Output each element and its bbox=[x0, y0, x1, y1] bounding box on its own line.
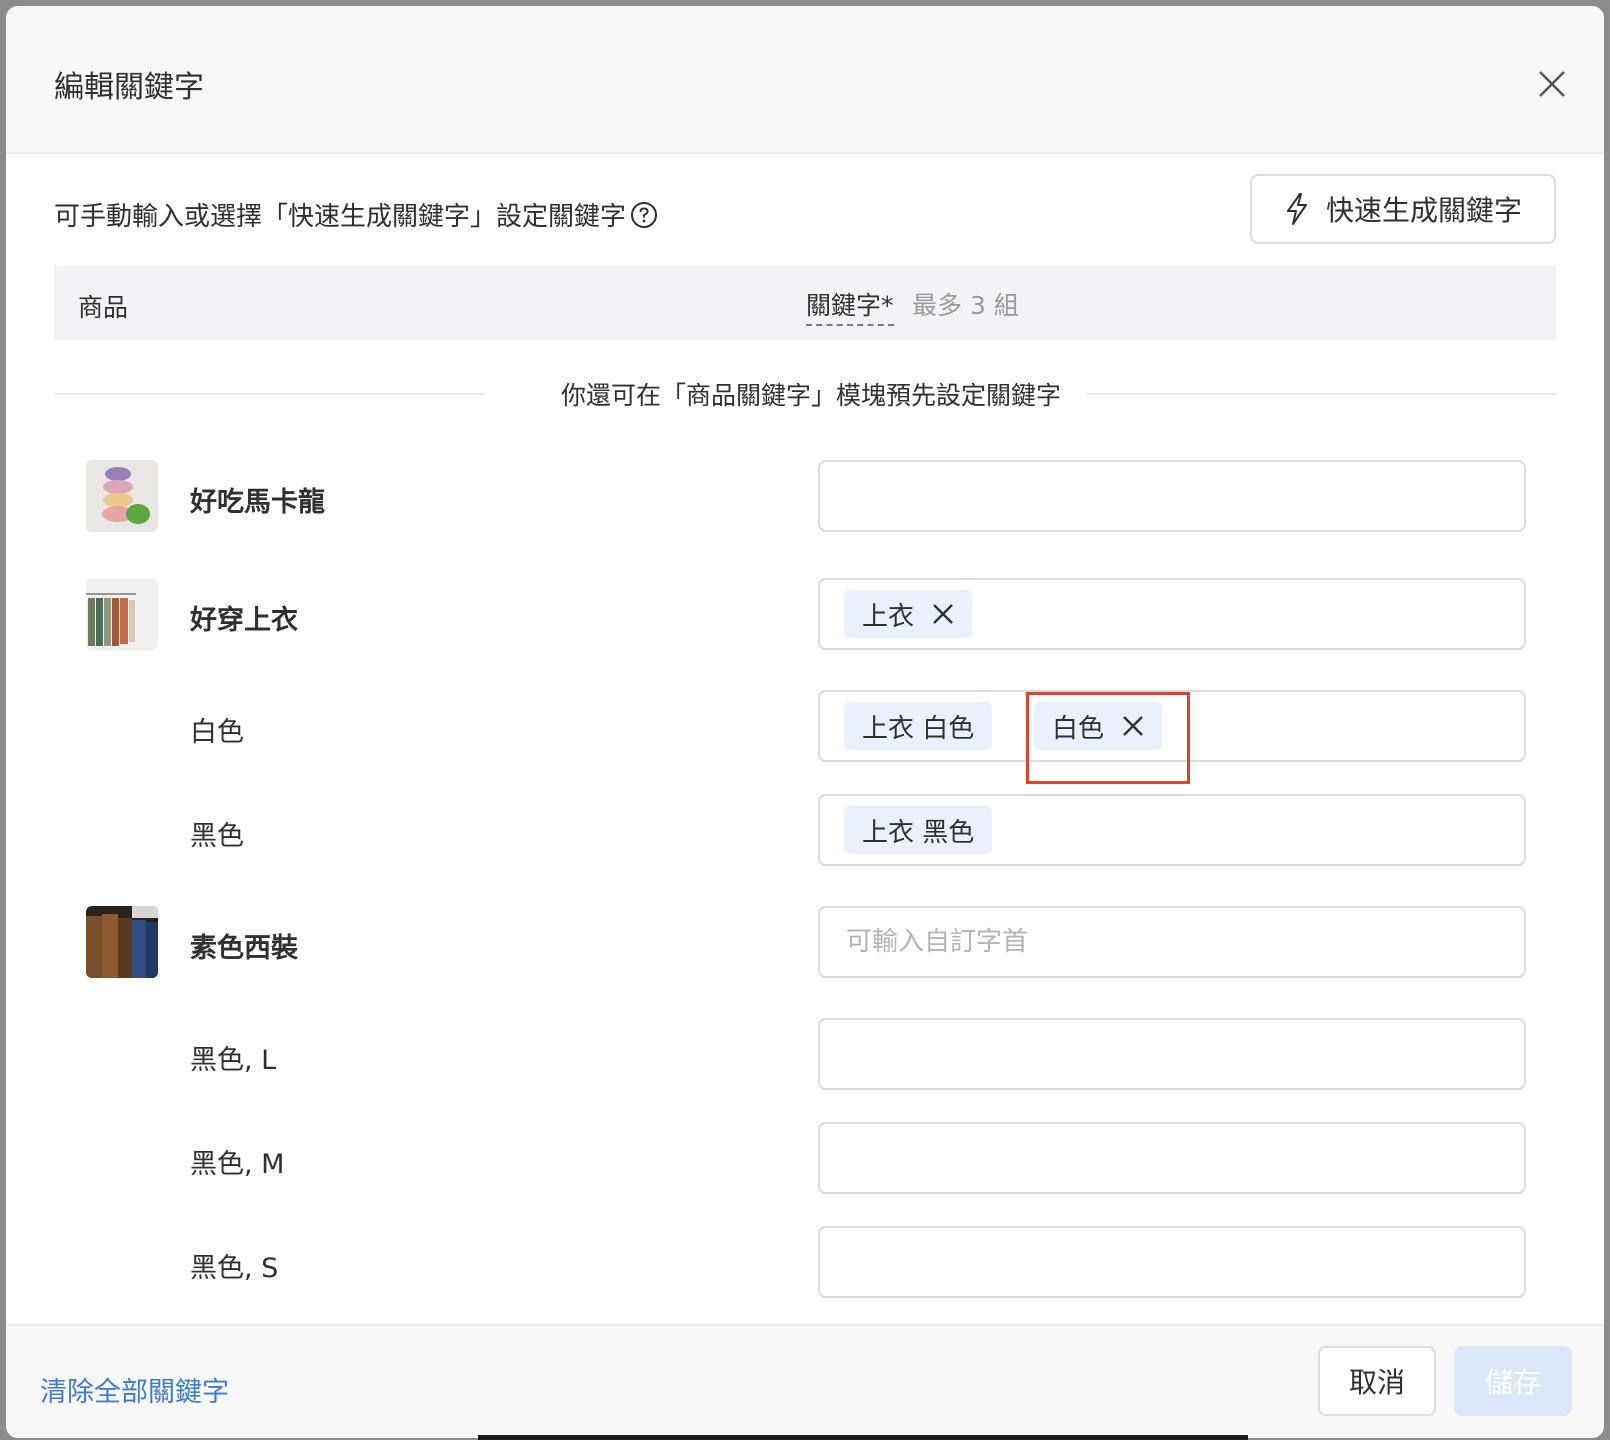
close-icon[interactable] bbox=[1534, 66, 1570, 102]
edit-keywords-dialog: 編輯關鍵字 可手動輸入或選擇「快速生成關鍵字」設定關鍵字 快速生成關鍵字 商品 … bbox=[6, 6, 1604, 1438]
keyword-input[interactable] bbox=[844, 1142, 1448, 1174]
save-button[interactable]: 儲存 bbox=[1454, 1346, 1572, 1416]
tag-label: 上衣 白色 bbox=[862, 713, 975, 744]
header-max-note: 最多 3 組 bbox=[912, 291, 1019, 320]
macaron-thumbnail bbox=[86, 460, 158, 532]
intro-text: 可手動輸入或選擇「快速生成關鍵字」設定關鍵字 bbox=[54, 196, 658, 233]
quick-generate-label: 快速生成關鍵字 bbox=[1325, 194, 1522, 227]
suit-thumbnail bbox=[86, 906, 158, 978]
keyword-input[interactable] bbox=[844, 1246, 1448, 1278]
keyword-tag: 上衣 bbox=[844, 590, 973, 638]
keyword-field[interactable] bbox=[818, 460, 1526, 532]
shirt-thumbnail bbox=[86, 578, 158, 650]
quick-generate-button[interactable]: 快速生成關鍵字 bbox=[1250, 174, 1556, 244]
variant-name: 白色 bbox=[190, 717, 244, 748]
intro-label: 可手動輸入或選擇「快速生成關鍵字」設定關鍵字 bbox=[54, 202, 627, 232]
background-strip bbox=[478, 1435, 1248, 1440]
keyword-tag: 上衣 黑色 bbox=[844, 806, 993, 854]
help-icon[interactable] bbox=[630, 201, 658, 229]
keyword-field[interactable] bbox=[818, 906, 1526, 978]
dialog-footer: 清除全部關鍵字 取消 儲存 bbox=[6, 1324, 1604, 1438]
keyword-field[interactable] bbox=[818, 1226, 1526, 1298]
variant-name: 黑色, L bbox=[190, 1045, 277, 1076]
divider-hint: 你還可在「商品關鍵字」模塊預先設定關鍵字 bbox=[560, 381, 1061, 410]
keyword-field[interactable] bbox=[818, 1018, 1526, 1090]
product-name: 好穿上衣 bbox=[190, 605, 298, 636]
keyword-field[interactable]: 上衣 bbox=[818, 578, 1526, 650]
keyword-field[interactable]: 上衣 黑色 bbox=[818, 794, 1526, 866]
keyword-tag: 上衣 白色 bbox=[844, 702, 993, 750]
tag-label: 上衣 黑色 bbox=[862, 817, 975, 848]
keyword-input[interactable] bbox=[844, 1038, 1448, 1070]
table-header: 商品 關鍵字* 最多 3 組 bbox=[54, 266, 1556, 340]
header-keyword[interactable]: 關鍵字* bbox=[806, 286, 894, 326]
variant-name: 黑色, S bbox=[190, 1253, 279, 1284]
cancel-button[interactable]: 取消 bbox=[1318, 1346, 1436, 1416]
keyword-input[interactable] bbox=[844, 926, 1448, 958]
highlight-box bbox=[1026, 692, 1190, 784]
clear-all-link[interactable]: 清除全部關鍵字 bbox=[40, 1370, 229, 1409]
keyword-field[interactable] bbox=[818, 1122, 1526, 1194]
product-name: 素色西裝 bbox=[190, 933, 298, 964]
variant-name: 黑色, M bbox=[190, 1149, 285, 1180]
tag-label: 上衣 bbox=[862, 601, 915, 632]
remove-tag-icon[interactable] bbox=[932, 603, 954, 625]
keyword-input[interactable] bbox=[844, 480, 1448, 512]
dialog-header: 編輯關鍵字 bbox=[6, 6, 1604, 154]
lightning-icon bbox=[1286, 193, 1307, 225]
product-name: 好吃馬卡龍 bbox=[190, 487, 325, 518]
dialog-title: 編輯關鍵字 bbox=[54, 70, 204, 105]
variant-name: 黑色 bbox=[190, 821, 244, 852]
header-product: 商品 bbox=[78, 293, 129, 322]
